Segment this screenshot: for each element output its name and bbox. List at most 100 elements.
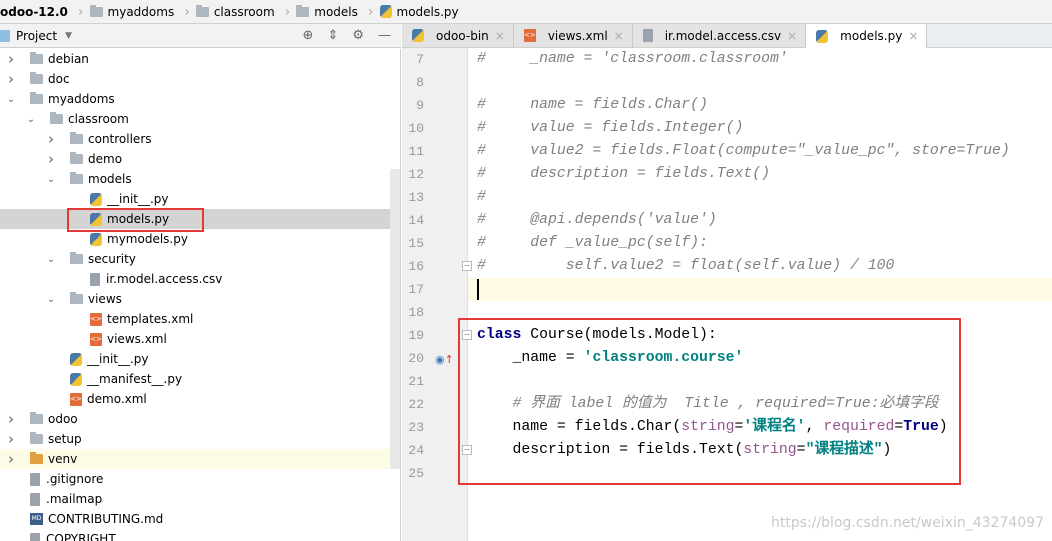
breadcrumb-label: myaddoms: [107, 4, 175, 19]
watermark: https://blog.csdn.net/weixin_43274097: [770, 515, 1044, 531]
chevron-right-icon[interactable]: ›: [46, 150, 56, 168]
close-icon[interactable]: ×: [495, 29, 505, 43]
tree-item[interactable]: .mailmap: [0, 489, 400, 509]
code-line[interactable]: # self.value2 = float(self.value) / 100: [477, 255, 894, 278]
tree-item[interactable]: ⌄ views: [0, 289, 400, 309]
chevron-down-icon[interactable]: ⌄: [26, 114, 36, 125]
xml-file-icon: <>: [70, 392, 82, 406]
chevron-down-icon[interactable]: ⌄: [46, 174, 56, 185]
gear-icon[interactable]: ⚙: [352, 28, 364, 43]
chevron-down-icon[interactable]: ⌄: [6, 94, 16, 105]
tree-item[interactable]: ir.model.access.csv: [0, 269, 400, 289]
collapse-icon[interactable]: ⇕: [327, 28, 338, 43]
tree-item-label: models: [88, 172, 132, 186]
tree-item[interactable]: __init__.py: [0, 189, 400, 209]
tree-item-label: .gitignore: [46, 472, 104, 486]
tree-item-label-group: venv: [30, 452, 77, 466]
tree-item[interactable]: COPYRIGHT: [0, 529, 400, 541]
tree-item[interactable]: <> templates.xml: [0, 309, 400, 329]
tree-item[interactable]: <> demo.xml: [0, 389, 400, 409]
current-line-highlight: [468, 278, 1052, 301]
code-line[interactable]: # def _value_pc(self):: [477, 232, 708, 255]
text-file-icon: [30, 472, 40, 486]
code-line[interactable]: #: [477, 186, 486, 209]
override-icon[interactable]: ◉: [435, 353, 445, 366]
highlight-box-code: [458, 318, 961, 485]
tree-item[interactable]: __manifest__.py: [0, 369, 400, 389]
tree-item[interactable]: ⌄ security: [0, 249, 400, 269]
code-line[interactable]: # value = fields.Integer(): [477, 117, 743, 140]
tab-label: ir.model.access.csv: [664, 28, 782, 43]
close-icon[interactable]: ×: [614, 29, 624, 43]
line-number: 23: [408, 420, 424, 435]
breadcrumb-item[interactable]: › models: [279, 4, 358, 20]
code-line[interactable]: # @api.depends('value'): [477, 209, 717, 232]
tree-item-label-group: controllers: [70, 132, 152, 146]
code-line[interactable]: # name = fields.Char(): [477, 94, 708, 117]
breadcrumb-item[interactable]: › models.py: [362, 4, 459, 20]
code-line[interactable]: # description = fields.Text(): [477, 163, 770, 186]
minimize-icon[interactable]: —: [378, 28, 391, 43]
tree-item[interactable]: ⌄ models: [0, 169, 400, 189]
tab-models-py[interactable]: models.py ×: [806, 24, 928, 48]
folder-icon: [89, 4, 103, 17]
tree-item-label: __init__.py: [87, 352, 149, 366]
python-file-icon: [70, 372, 82, 386]
tree-item[interactable]: › debian: [0, 49, 400, 69]
tree-item-label-group: doc: [30, 72, 70, 86]
tab-views-xml[interactable]: <> views.xml ×: [513, 24, 633, 47]
editor-tabs: odoo-bin × <> views.xml × ir.model.access.csv…: [402, 24, 1052, 48]
tree-item[interactable]: .gitignore: [0, 469, 400, 489]
breadcrumb-item[interactable]: › classroom: [178, 4, 274, 20]
tab-ir-model-access-csv[interactable]: ir.model.access.csv ×: [632, 24, 807, 47]
folder-icon: [30, 52, 43, 64]
project-tree: COPYRIGHT MD CONTRIBUTING.md .mailmap .gitig…: [0, 49, 401, 541]
tree-item[interactable]: ⌄ classroom: [0, 109, 400, 129]
tree-item-label-group: __init__.py: [90, 192, 169, 206]
line-number: 17: [408, 282, 424, 297]
fold-end-icon[interactable]: −: [462, 261, 472, 271]
close-icon[interactable]: ×: [908, 29, 918, 43]
project-title[interactable]: Project: [16, 29, 57, 43]
tree-item[interactable]: MD CONTRIBUTING.md: [0, 509, 400, 529]
chevron-down-icon[interactable]: ⌄: [46, 254, 56, 265]
tree-item[interactable]: › doc: [0, 69, 400, 89]
tree-item[interactable]: ⌄ myaddoms: [0, 89, 400, 109]
tree-item-label: templates.xml: [107, 312, 194, 326]
tree-scrollbar[interactable]: [390, 169, 400, 469]
dropdown-icon[interactable]: ▼: [65, 31, 72, 41]
breadcrumb-item[interactable]: odoo-12.0: [0, 5, 68, 19]
tab-odoo-bin[interactable]: odoo-bin ×: [402, 24, 514, 47]
chevron-down-icon[interactable]: ⌄: [46, 294, 56, 305]
tree-item-label: controllers: [88, 132, 152, 146]
tree-item[interactable]: › demo: [0, 149, 400, 169]
crosshair-icon[interactable]: ⊕: [303, 28, 314, 43]
chevron-right-icon[interactable]: ›: [6, 430, 16, 448]
code-line[interactable]: # _name = 'classroom.classroom': [477, 48, 788, 71]
tree-item[interactable]: <> views.xml: [0, 329, 400, 349]
tree-item-label-group: __manifest__.py: [70, 372, 182, 386]
chevron-right-icon[interactable]: ›: [6, 450, 16, 468]
separator-icon: ›: [284, 3, 291, 20]
chevron-right-icon[interactable]: ›: [46, 130, 56, 148]
chevron-right-icon[interactable]: ›: [6, 70, 16, 88]
tree-item-label: __manifest__.py: [87, 372, 183, 386]
tree-item-label-group: classroom: [50, 112, 129, 126]
chevron-right-icon[interactable]: ›: [6, 410, 16, 428]
breadcrumb-item[interactable]: › myaddoms: [72, 4, 174, 20]
tree-item[interactable]: › controllers: [0, 129, 400, 149]
text-file-icon: [90, 272, 100, 286]
tree-item[interactable]: › odoo: [0, 409, 400, 429]
tree-item[interactable]: › venv: [0, 449, 400, 469]
tree-item[interactable]: › setup: [0, 429, 400, 449]
chevron-right-icon[interactable]: ›: [6, 50, 16, 68]
tree-item-label: demo: [88, 152, 123, 166]
close-icon[interactable]: ×: [787, 29, 797, 43]
tree-item[interactable]: __init__.py: [0, 349, 400, 369]
line-number: 15: [408, 236, 424, 251]
tree-item-label-group: COPYRIGHT: [30, 532, 116, 541]
tree-item[interactable]: mymodels.py: [0, 229, 400, 249]
tree-item-label-group: security: [70, 252, 136, 266]
code-line[interactable]: # value2 = fields.Float(compute="_value_…: [477, 140, 1010, 163]
tab-label: views.xml: [547, 28, 608, 43]
